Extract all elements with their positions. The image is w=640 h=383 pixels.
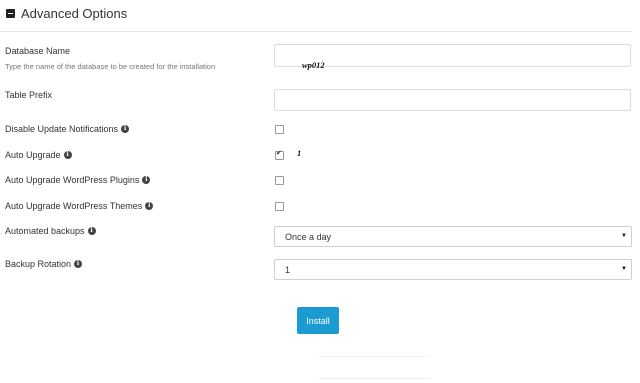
automated-backups-selected: Once a day xyxy=(285,231,332,242)
info-icon[interactable]: i xyxy=(63,151,72,159)
auto-upgrade-text: Auto Upgrade xyxy=(5,150,61,160)
install-button[interactable]: Install xyxy=(297,307,339,334)
auto-upgrade-plugins-label: Auto Upgrade WordPress Plugins i xyxy=(5,175,151,185)
auto-upgrade-themes-checkbox[interactable] xyxy=(275,202,284,211)
auto-upgrade-plugins-checkbox[interactable] xyxy=(275,176,284,185)
database-name-value: wp012 xyxy=(302,60,325,70)
automated-backups-select[interactable]: Once a day ▼ xyxy=(274,226,632,247)
minus-square-icon[interactable] xyxy=(6,9,15,18)
table-prefix-label: Table Prefix xyxy=(5,90,52,100)
backup-rotation-text: Backup Rotation xyxy=(5,259,72,269)
backup-rotation-selected: 1 xyxy=(285,264,291,275)
info-icon[interactable]: i xyxy=(145,202,154,210)
database-name-hint: Type the name of the database to be crea… xyxy=(5,62,216,71)
database-name-label: Database Name xyxy=(5,46,70,56)
advanced-options-header[interactable]: Advanced Options xyxy=(6,6,127,21)
auto-upgrade-plugins-text: Auto Upgrade WordPress Plugins xyxy=(5,175,140,185)
auto-upgrade-value: 1 xyxy=(297,148,302,158)
auto-upgrade-themes-text: Auto Upgrade WordPress Themes xyxy=(5,201,143,211)
automated-backups-label: Automated backups i xyxy=(5,226,96,236)
auto-upgrade-label: Auto Upgrade i xyxy=(5,150,72,160)
automated-backups-text: Automated backups xyxy=(5,226,85,236)
disable-update-notifications-label: Disable Update Notifications i xyxy=(5,124,130,134)
disable-update-notifications-text: Disable Update Notifications xyxy=(5,124,119,134)
info-icon[interactable]: i xyxy=(74,260,83,268)
database-name-input[interactable]: wp012 xyxy=(274,44,631,70)
section-title: Advanced Options xyxy=(21,6,128,21)
backup-rotation-select[interactable]: 1 ▼ xyxy=(274,259,632,280)
table-prefix-label-text: Table Prefix xyxy=(5,90,53,100)
info-icon[interactable]: i xyxy=(87,227,96,235)
auto-upgrade-themes-label: Auto Upgrade WordPress Themes i xyxy=(5,201,154,211)
database-name-label-text: Database Name xyxy=(5,46,71,56)
footer-area xyxy=(318,356,430,379)
table-prefix-input[interactable] xyxy=(274,89,631,111)
dropdown-caret-icon: ▼ xyxy=(621,266,627,272)
dropdown-caret-icon: ▼ xyxy=(621,233,627,239)
backup-rotation-label: Backup Rotation i xyxy=(5,259,83,269)
header-divider xyxy=(0,31,632,32)
info-icon[interactable]: i xyxy=(121,125,130,133)
auto-upgrade-checkbox[interactable] xyxy=(275,149,284,160)
info-icon[interactable]: i xyxy=(142,176,151,184)
disable-update-notifications-checkbox[interactable] xyxy=(275,125,284,134)
